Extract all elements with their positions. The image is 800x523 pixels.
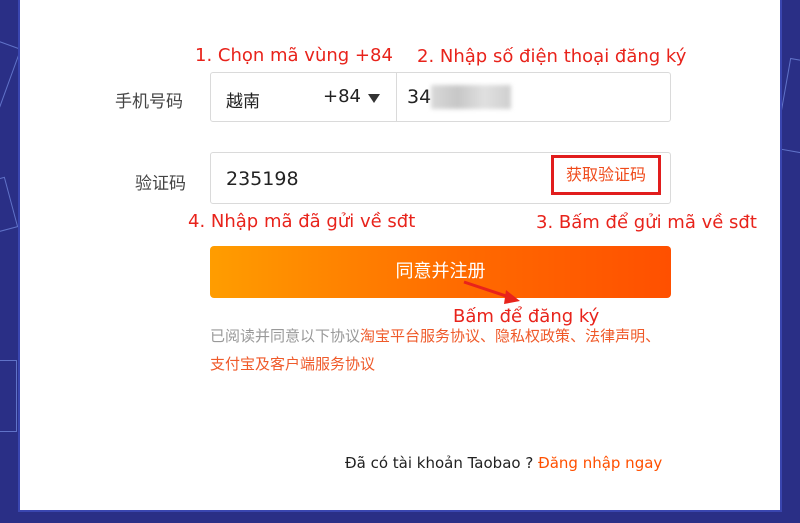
annotation-step1: 1. Chọn mã vùng +84 bbox=[195, 45, 393, 66]
phone-input-group: 越南 +84 34 bbox=[210, 72, 671, 122]
login-prompt: Đã có tài khoản Taobao ? Đăng nhập ngay bbox=[345, 454, 662, 472]
blurred-phone-digits bbox=[431, 85, 511, 109]
code-value: 235198 bbox=[226, 168, 299, 190]
terms-separator: 、 bbox=[570, 327, 586, 345]
background-decoration bbox=[0, 176, 19, 236]
caret-down-icon bbox=[368, 94, 380, 103]
code-input-group: 235198 获取验证码 bbox=[210, 152, 671, 204]
link-platform-agreement[interactable]: 淘宝平台服务协议 bbox=[360, 327, 480, 345]
terms-text: 已阅读并同意以下协议淘宝平台服务协议、隐私权政策、法律声明、支付宝及客户端服务协… bbox=[210, 322, 670, 378]
get-code-button[interactable]: 获取验证码 bbox=[551, 155, 661, 195]
arrow-icon bbox=[463, 280, 520, 304]
annotation-step3: 3. Bấm để gửi mã về sđt bbox=[536, 212, 757, 233]
link-alipay-agreement[interactable]: 支付宝及客户端服务协议 bbox=[210, 355, 375, 373]
country-name: 越南 bbox=[226, 92, 260, 112]
link-privacy-policy[interactable]: 隐私权政策 bbox=[495, 327, 570, 345]
terms-separator: 、 bbox=[645, 327, 661, 345]
terms-prefix: 已阅读并同意以下协议 bbox=[210, 327, 361, 345]
register-button[interactable]: 同意并注册 bbox=[210, 246, 671, 298]
background-decoration bbox=[0, 34, 22, 108]
terms-separator: 、 bbox=[480, 327, 496, 345]
annotation-step2: 2. Nhập số điện thoại đăng ký bbox=[417, 46, 687, 67]
verification-code-input[interactable]: 235198 bbox=[211, 153, 551, 203]
phone-label: 手机号码 bbox=[115, 92, 183, 112]
country-code: +84 bbox=[323, 86, 361, 107]
phone-input[interactable]: 34 bbox=[397, 73, 670, 121]
login-question: Đã có tài khoản Taobao ? bbox=[345, 454, 534, 472]
annotation-step4: 4. Nhập mã đã gửi về sđt bbox=[188, 211, 416, 232]
link-legal-statement[interactable]: 法律声明 bbox=[585, 327, 645, 345]
code-label: 验证码 bbox=[135, 174, 186, 194]
background-decoration bbox=[0, 360, 17, 432]
login-link[interactable]: Đăng nhập ngay bbox=[538, 454, 662, 472]
register-card: 1. Chọn mã vùng +84 2. Nhập số điện thoạ… bbox=[20, 0, 780, 510]
phone-value: 34 bbox=[407, 86, 432, 108]
country-selector[interactable]: 越南 +84 bbox=[211, 73, 396, 121]
